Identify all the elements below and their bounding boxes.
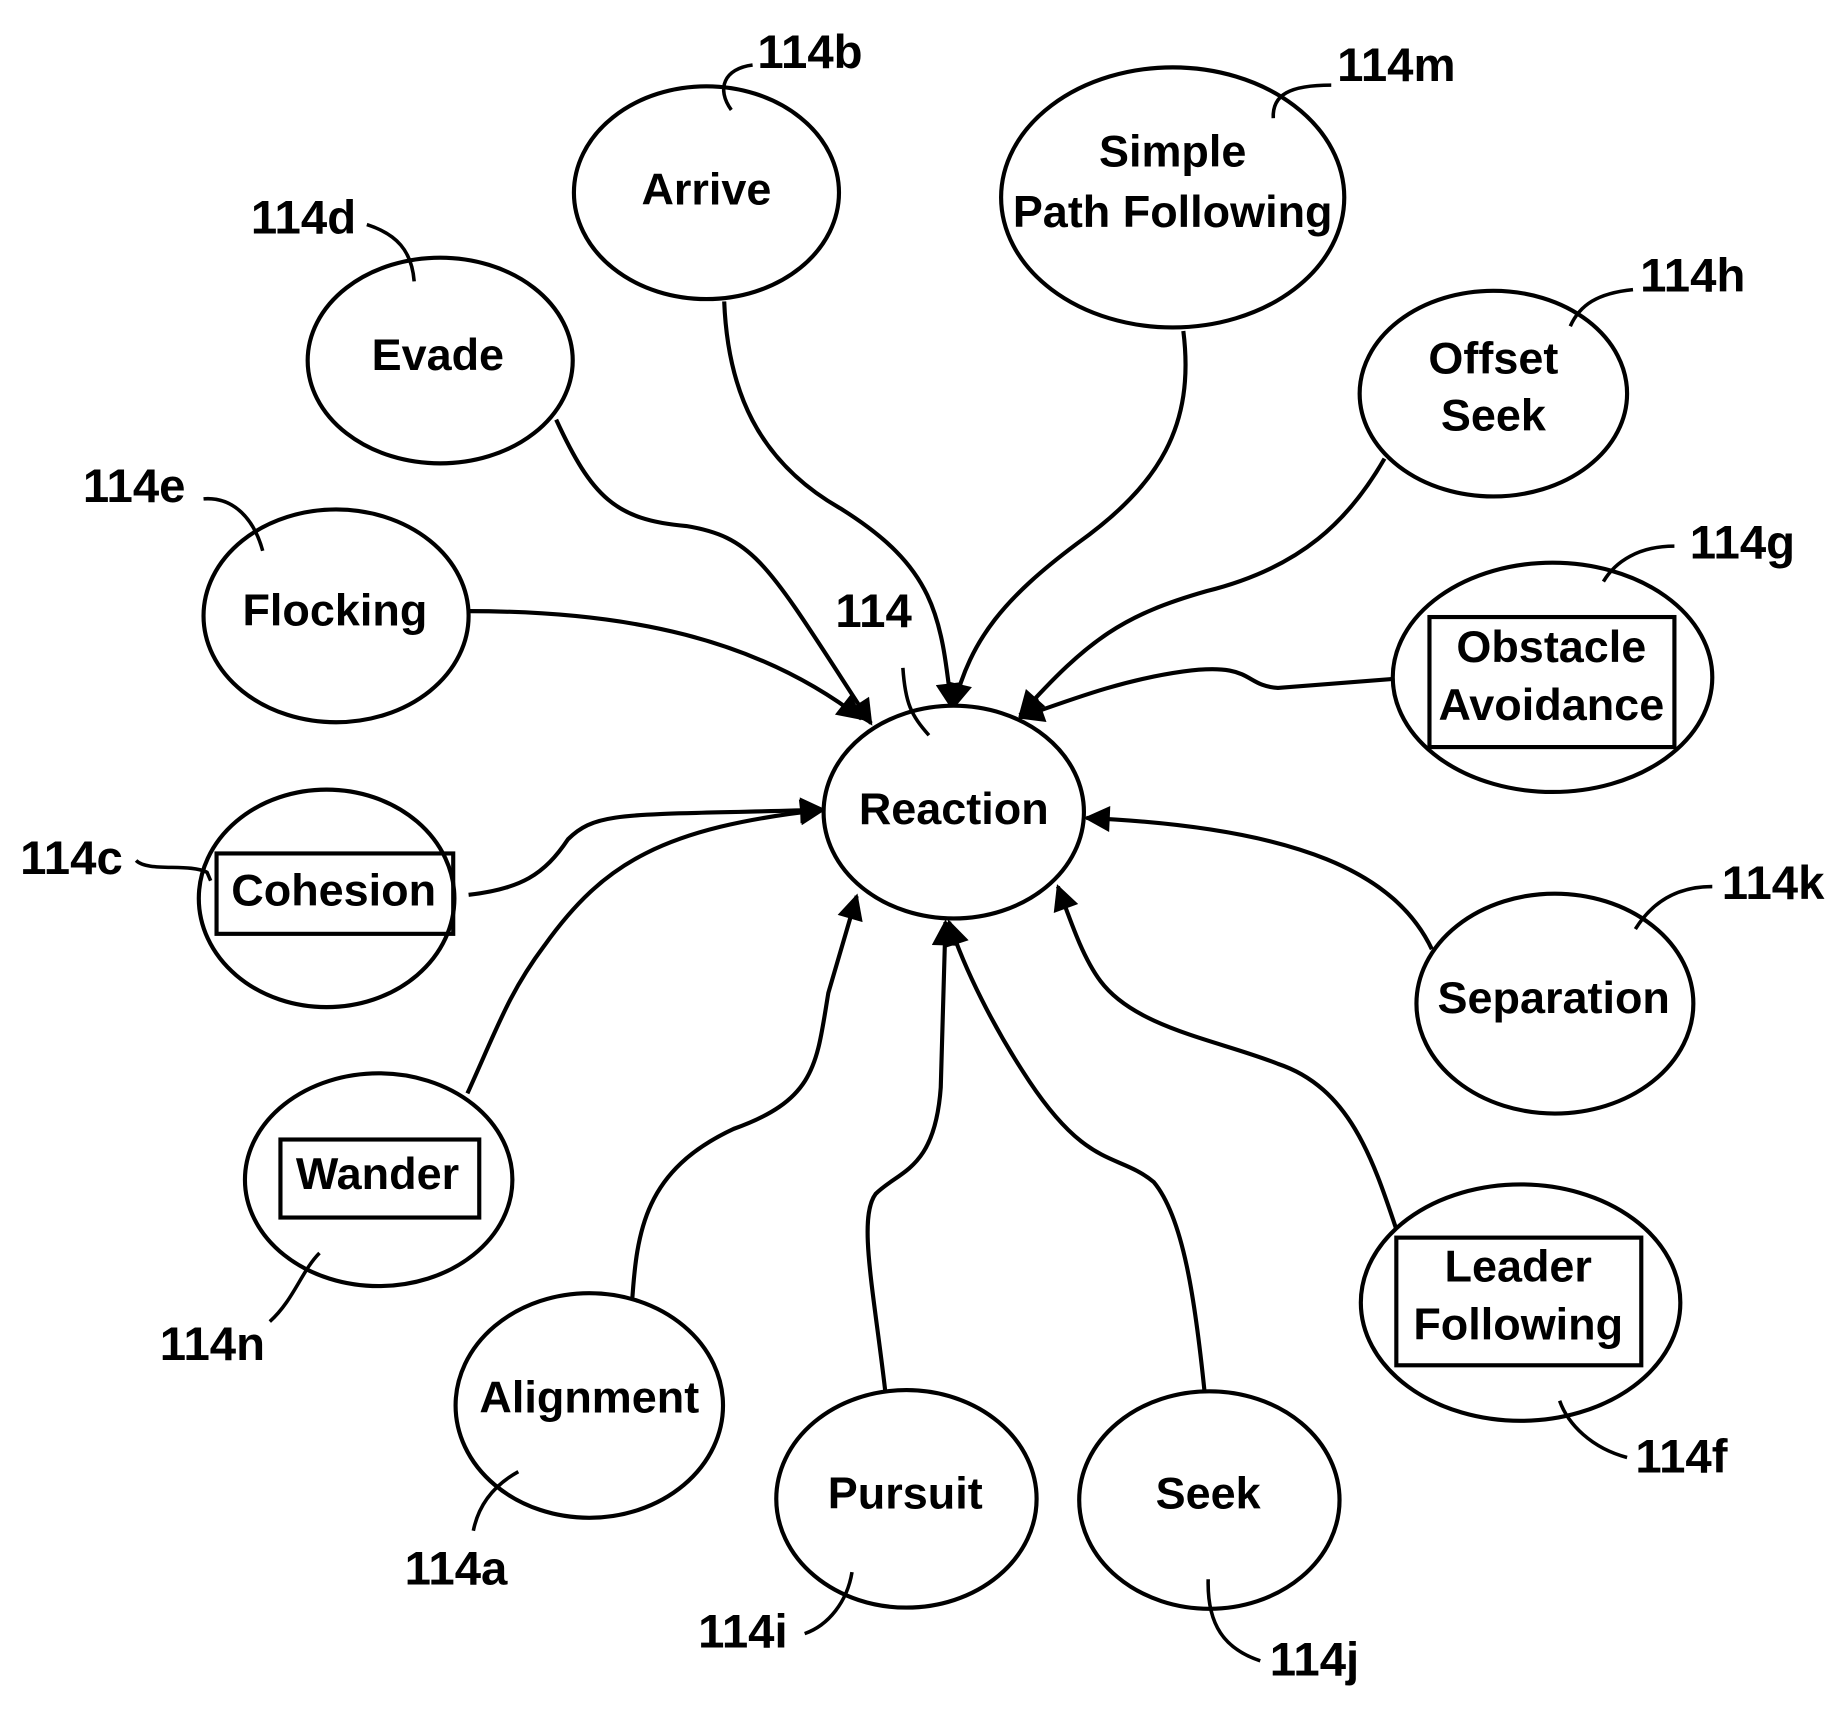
ref-label: 114n	[160, 1318, 265, 1371]
node-label: Flocking	[242, 584, 427, 635]
node-cohesion: Cohesion	[196, 787, 457, 1010]
node-evade: Evade	[305, 255, 575, 466]
edge-offset-seek-reaction	[1018, 457, 1387, 718]
node-label: Cohesion	[231, 865, 436, 916]
edge-evade-reaction	[554, 418, 873, 726]
ref-label: 114j	[1270, 1634, 1360, 1687]
edge-flocking-reaction	[468, 609, 864, 721]
node-label: Evade	[372, 329, 504, 380]
ref-label: 114f	[1635, 1430, 1727, 1483]
ref-114n: 114n	[160, 1251, 321, 1371]
node-pursuit: Pursuit	[774, 1388, 1039, 1610]
node-label: Seek	[1156, 1467, 1262, 1518]
node-label-line-2: Avoidance	[1438, 679, 1664, 730]
node-label: Wander	[296, 1148, 459, 1199]
node-alignment: Alignment	[453, 1291, 726, 1520]
node-simple-path-following: Simple Path Following	[999, 65, 1347, 330]
edge-wander-reaction	[465, 799, 827, 1095]
ref-label: 114m	[1337, 39, 1455, 92]
node-label: Separation	[1438, 972, 1670, 1023]
edge-separation-reaction	[1083, 806, 1434, 951]
ref-114m: 114m	[1271, 39, 1456, 119]
edge-alignment-reaction	[629, 893, 863, 1306]
edge-seek-reaction	[943, 919, 1207, 1393]
edge-leader-following-reaction	[1053, 884, 1399, 1231]
node-obstacle-avoidance: Obstacle Avoidance	[1390, 560, 1715, 795]
ref-label: 114i	[698, 1605, 788, 1658]
node-flocking: Flocking	[201, 507, 471, 725]
ref-label: 114d	[251, 192, 356, 245]
ref-label: 114b	[757, 26, 862, 79]
ref-label: 114c	[20, 832, 123, 885]
node-separation: Separation	[1414, 891, 1696, 1116]
node-offset-seek: Offset Seek	[1357, 288, 1630, 499]
node-label-line-1: Offset	[1428, 333, 1558, 384]
edge-pursuit-reaction	[865, 919, 958, 1391]
ref-label: 114g	[1690, 517, 1795, 570]
ref-114k: 114k	[1633, 857, 1825, 931]
node-label-line-1: Obstacle	[1456, 621, 1646, 672]
node-wander: Wander	[242, 1071, 515, 1289]
edge-simple-path-following-reaction	[946, 330, 1188, 710]
node-label: Pursuit	[828, 1467, 983, 1518]
node-arrive: Arrive	[571, 84, 842, 302]
node-label: Arrive	[641, 164, 771, 215]
node-label: Reaction	[859, 783, 1049, 834]
node-label-line-2: Seek	[1441, 389, 1547, 440]
node-label-line-2: Following	[1413, 1298, 1623, 1349]
ref-114g: 114g	[1601, 517, 1795, 583]
node-leader-following: Leader Following	[1358, 1182, 1683, 1423]
node-label-line-1: Simple	[1099, 126, 1246, 177]
edge-obstacle-avoidance-reaction	[1017, 667, 1430, 722]
node-seek: Seek	[1077, 1389, 1342, 1611]
ref-label: 114h	[1640, 249, 1745, 302]
edge-arrive-reaction	[722, 301, 962, 710]
node-reaction: Reaction	[821, 703, 1087, 921]
node-label-line-2: Path Following	[1013, 186, 1333, 237]
ref-label: 114e	[83, 460, 186, 513]
behavior-diagram: Reaction 114 Arrive 114b Simple Path Fol…	[20, 26, 1825, 1687]
node-label-line-1: Leader	[1444, 1240, 1591, 1291]
ref-114c: 114c	[20, 832, 213, 885]
ref-114e: 114e	[83, 460, 265, 552]
ref-114h: 114h	[1568, 249, 1745, 327]
ref-label: 114	[835, 585, 912, 638]
node-label: Alignment	[479, 1372, 699, 1423]
ref-label: 114k	[1722, 857, 1825, 910]
ref-114f: 114f	[1557, 1400, 1728, 1483]
ref-label: 114a	[405, 1543, 508, 1596]
